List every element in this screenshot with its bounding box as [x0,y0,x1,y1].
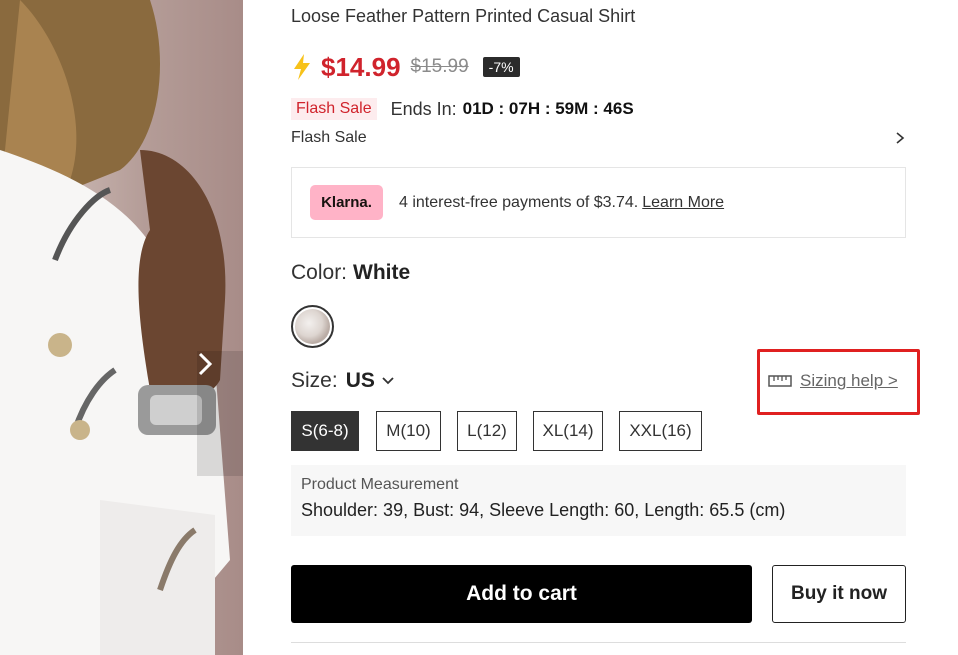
price-row: $14.99 $15.99 -7% [291,50,520,84]
discount-badge: -7% [482,57,520,77]
size-option-l[interactable]: L(12) [457,411,517,451]
measurement-values: Shoulder: 39, Bust: 94, Sleeve Length: 6… [301,500,786,520]
countdown-timer: 01D : 07H : 59M : 46S [462,99,634,118]
lightning-bolt-icon [294,54,310,80]
size-label: Size: [291,369,338,392]
size-unit-dropdown[interactable]: US [346,369,375,393]
chevron-right-icon [198,352,213,376]
image-next-button[interactable] [197,351,243,476]
measurement-title: Product Measurement [301,476,459,493]
klarna-learn-more-link[interactable]: Learn More [642,194,724,212]
buy-now-button[interactable]: Buy it now [772,565,906,623]
klarna-text: 4 interest-free payments of $3.74. [399,193,639,211]
product-photo-illustration [0,0,230,655]
size-option-xl[interactable]: XL(14) [533,411,603,451]
product-title: Loose Feather Pattern Printed Casual Shi… [291,6,636,26]
ends-in-label: Ends In: [390,98,457,119]
color-selector-label: Color: White [291,261,410,285]
flash-sale-subtitle: Flash Sale [291,129,367,146]
color-label: Color: [291,261,348,284]
klarna-logo: Klarna. [310,185,383,220]
product-image [0,0,243,655]
klarna-payment-box: Klarna. 4 interest-free payments of $3.7… [291,167,906,238]
flash-sale-row: Flash Sale Ends In: 01D : 07H : 59M : 46… [291,97,634,121]
size-option-xxl[interactable]: XXL(16) [619,411,702,451]
sizing-help-text: Sizing help > [800,371,898,390]
flash-sale-link[interactable]: Flash Sale [291,127,906,149]
size-selector-label: Size: US [291,369,395,393]
chevron-right-icon[interactable] [894,131,906,145]
chevron-down-icon[interactable] [381,376,395,386]
swatch-image [295,309,330,344]
original-price: $15.99 [410,56,469,77]
sizing-help-link[interactable]: Sizing help > [768,371,898,391]
product-measurement: Product Measurement Shoulder: 39, Bust: … [291,465,906,536]
color-value: White [353,261,411,284]
color-swatch-white[interactable] [291,305,334,348]
size-option-s[interactable]: S(6-8) [291,411,359,451]
current-price: $14.99 [321,51,401,82]
flash-sale-tag: Flash Sale [291,98,377,120]
divider [291,642,906,643]
add-to-cart-button[interactable]: Add to cart [291,565,752,623]
ruler-icon [768,375,792,387]
size-option-m[interactable]: M(10) [376,411,441,451]
